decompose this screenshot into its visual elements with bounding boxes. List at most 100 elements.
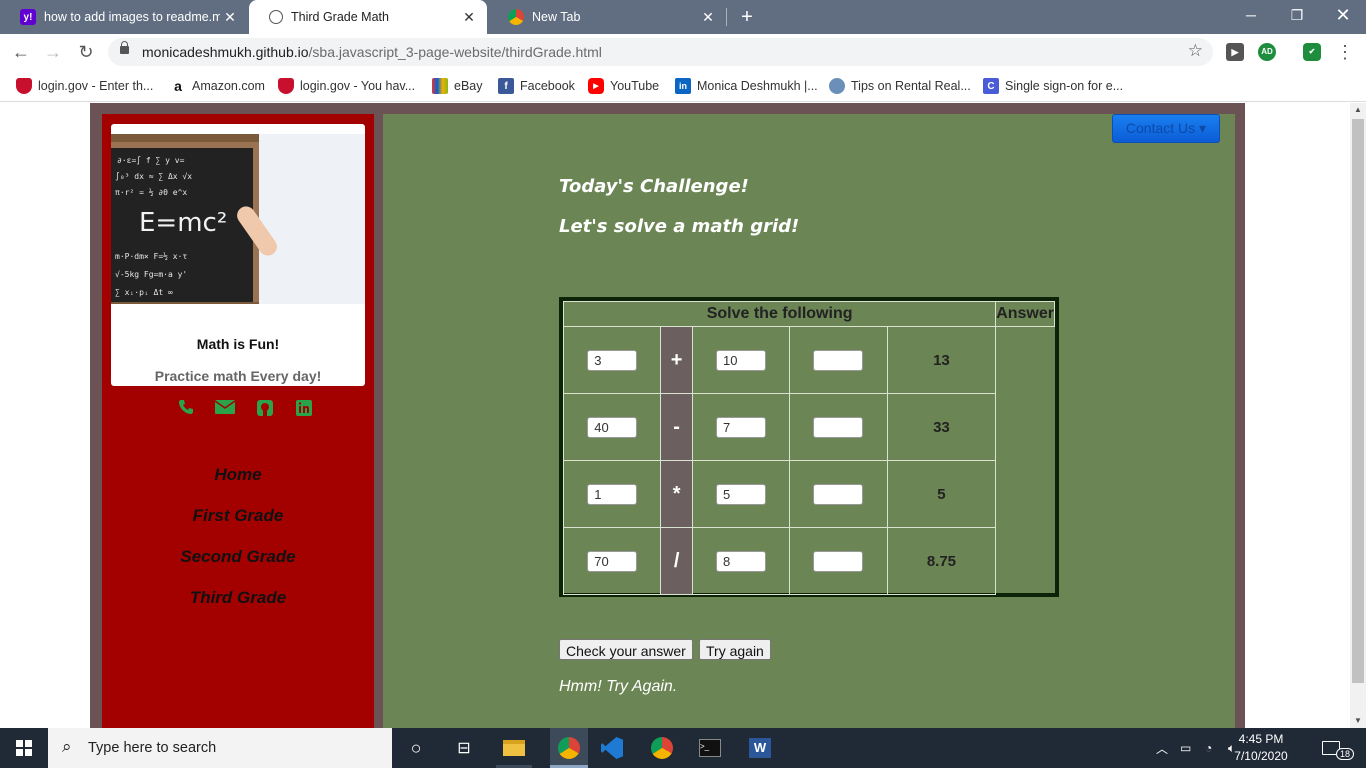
reload-icon[interactable]: ↻ [73, 39, 99, 65]
task-view-icon[interactable]: ⊟ [450, 734, 478, 762]
bookmark-label: Tips on Rental Real... [851, 79, 971, 93]
window-close-icon[interactable]: ✕ [1320, 0, 1366, 32]
operand-a-input[interactable] [587, 416, 638, 438]
operand-b-cell [691, 393, 791, 461]
bookmark-star-icon[interactable]: ☆ [1188, 41, 1203, 61]
main-content: Contact Us ▾ Today's Challenge! Let's so… [383, 114, 1235, 728]
system-clock[interactable]: 4:45 PM 7/10/2020 [1226, 731, 1296, 765]
new-tab-button[interactable]: + [736, 6, 758, 28]
minimize-icon[interactable]: ─ [1228, 0, 1274, 32]
bookmark-label: Amazon.com [192, 79, 265, 93]
file-explorer-icon[interactable] [500, 734, 528, 762]
bookmark-label: YouTube [610, 79, 660, 93]
chalkboard: ∂·ε=∫ f ∑ y v= ∫₀³ dx ≈ ∑ Δx √x π·r² = ½… [111, 142, 259, 302]
taskbar-search[interactable]: ⌕ Type here to search [48, 728, 392, 768]
nav-second-grade[interactable]: Second Grade [102, 547, 374, 567]
web-page: ∂·ε=∫ f ∑ y v= ∫₀³ dx ≈ ∑ Δx √x π·r² = ½… [0, 103, 1350, 728]
tray-chevron-icon[interactable]: ︿ [1156, 728, 1168, 768]
close-icon[interactable]: ✕ [220, 9, 240, 26]
menu-dots-icon[interactable]: ⋮ [1332, 39, 1358, 65]
chrome-icon [508, 9, 524, 25]
operand-b-input[interactable] [716, 483, 766, 505]
operand-a-input[interactable] [587, 483, 638, 505]
profile-avatar[interactable]: AD [1258, 43, 1276, 61]
terminal-icon[interactable]: >_ [696, 734, 724, 762]
tab-label: New Tab [532, 10, 581, 24]
user-answer-input[interactable] [813, 550, 864, 572]
url-path: /sba.javascript_3-page-website/thirdGrad… [308, 44, 602, 60]
vertical-scrollbar[interactable]: ▲ ▼ [1350, 103, 1366, 728]
bookmark-item[interactable]: login.gov - Enter th... [16, 76, 153, 96]
grid-row: / 8.75 [562, 527, 1055, 595]
github-icon[interactable] [255, 399, 275, 417]
vscode-icon[interactable] [598, 734, 626, 762]
user-answer-input[interactable] [813, 416, 864, 438]
bookmark-item[interactable]: login.gov - You hav... [278, 76, 415, 96]
bookmark-item[interactable]: C Single sign-on for e... [983, 76, 1123, 96]
bookmark-item[interactable]: Tips on Rental Real... [829, 76, 971, 96]
bookmark-item[interactable]: in Monica Deshmukh |... [675, 76, 818, 96]
bookmark-item[interactable]: eBay [432, 76, 483, 96]
back-icon[interactable]: ← [8, 39, 34, 65]
operand-a-input[interactable] [587, 550, 638, 572]
chrome-icon[interactable] [648, 734, 676, 762]
tab-third-grade-math[interactable]: Third Grade Math ✕ [249, 0, 487, 34]
answer-value: 13 [886, 326, 997, 394]
tab-new-tab[interactable]: New Tab ✕ [488, 0, 726, 34]
operand-b-input[interactable] [716, 349, 766, 371]
notification-count: 18 [1336, 748, 1355, 760]
chalkboard-image: ∂·ε=∫ f ∑ y v= ∫₀³ dx ≈ ∑ Δx √x π·r² = ½… [111, 134, 365, 304]
tab-separator [726, 8, 727, 26]
math-grid: Solve the following Answer + 13 - [559, 297, 1059, 597]
operand-b-input[interactable] [716, 550, 766, 572]
battery-icon[interactable]: ▭ [1180, 728, 1191, 768]
user-answer-input[interactable] [813, 349, 864, 371]
word-icon[interactable]: W [746, 734, 774, 762]
phone-icon[interactable] [176, 399, 196, 417]
bookmark-item[interactable]: ▶ YouTube [588, 76, 659, 96]
linkedin-icon: in [675, 78, 691, 94]
bookmark-label: login.gov - Enter th... [38, 79, 154, 93]
user-answer-cell [789, 393, 888, 461]
linkedin-icon[interactable] [294, 399, 314, 417]
result-message: Hmm! Try Again. [559, 678, 678, 695]
operand-b-input[interactable] [716, 416, 766, 438]
start-button[interactable] [0, 728, 48, 768]
grid-row: * 5 [562, 460, 1055, 528]
chrome-taskbar-icon[interactable] [550, 728, 588, 768]
operand-a-cell [562, 527, 662, 595]
tab-readme[interactable]: y! how to add images to readme.m ✕ [0, 0, 248, 34]
sidebar: ∂·ε=∫ f ∑ y v= ∫₀³ dx ≈ ∑ Δx √x π·r² = ½… [102, 114, 374, 728]
globe-icon [269, 10, 283, 24]
operand-a-input[interactable] [587, 349, 638, 371]
operand-a-cell [562, 326, 662, 394]
media-icon[interactable]: ▶ [1226, 43, 1244, 61]
try-again-button[interactable]: Try again [699, 639, 771, 660]
notification-center-icon[interactable]: 18 [1322, 728, 1355, 768]
url-text[interactable]: monicadeshmukh.github.io/sba.javascript_… [142, 44, 602, 60]
page-subtitle: Let's solve a math grid! [559, 216, 800, 237]
bookmark-item[interactable]: f Facebook [498, 76, 575, 96]
nav-third-grade[interactable]: Third Grade [102, 588, 374, 608]
close-icon[interactable]: ✕ [459, 9, 479, 26]
mail-icon[interactable] [214, 399, 236, 417]
shield-extension-icon[interactable]: ✔ [1303, 43, 1321, 61]
address-bar[interactable]: monicadeshmukh.github.io/sba.javascript_… [108, 38, 1213, 66]
close-icon[interactable]: ✕ [698, 9, 718, 26]
nav-home[interactable]: Home [102, 465, 374, 485]
check-answer-button[interactable]: Check your answer [559, 639, 693, 660]
scrollbar-thumb[interactable] [1352, 119, 1364, 683]
header-solve: Solve the following [562, 301, 997, 327]
scroll-down-icon[interactable]: ▼ [1350, 714, 1366, 728]
user-answer-input[interactable] [813, 483, 864, 505]
contact-us-button[interactable]: Contact Us ▾ [1112, 114, 1220, 143]
wifi-icon[interactable]: ◔ [1205, 728, 1212, 768]
restore-icon[interactable]: ❐ [1274, 0, 1320, 32]
nav-first-grade[interactable]: First Grade [102, 506, 374, 526]
clock-date: 7/10/2020 [1234, 749, 1288, 763]
cortana-icon[interactable]: ○ [402, 734, 430, 762]
forward-icon[interactable]: → [40, 39, 66, 65]
operator: + [660, 326, 693, 394]
scroll-up-icon[interactable]: ▲ [1350, 103, 1366, 117]
bookmark-item[interactable]: a Amazon.com [170, 76, 265, 96]
